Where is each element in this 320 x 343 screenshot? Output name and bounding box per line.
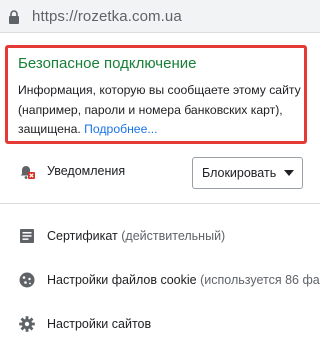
select-value: Блокировать bbox=[202, 166, 277, 180]
cookies-row[interactable]: Настройки файлов cookie (используется 86… bbox=[0, 265, 320, 295]
connection-description: Информация, которую вы сообщаете этому с… bbox=[18, 81, 303, 140]
secure-connection-section: Безопасное подключение Информация, котор… bbox=[5, 45, 307, 144]
connection-description-text: Информация, которую вы сообщаете этому с… bbox=[18, 83, 301, 136]
cookies-label-text: Настройки файлов cookie bbox=[47, 273, 197, 287]
certificate-label-text: Сертификат bbox=[47, 229, 118, 243]
more-info-link[interactable]: Подробнее... bbox=[84, 122, 157, 136]
divider bbox=[0, 203, 320, 204]
cookies-label: Настройки файлов cookie (используется 86… bbox=[47, 273, 320, 287]
certificate-status: (действительный) bbox=[121, 229, 226, 243]
cookies-count: (используется 86 фай bbox=[200, 273, 320, 287]
notifications-label: Уведомления bbox=[47, 164, 126, 178]
lock-icon[interactable] bbox=[8, 10, 20, 24]
notifications-blocked-icon bbox=[20, 166, 35, 179]
notifications-permission-select[interactable]: Блокировать bbox=[192, 157, 303, 189]
url-text[interactable]: https://rozetka.com.ua bbox=[32, 8, 182, 25]
certificate-row[interactable]: Сертификат (действительный) bbox=[0, 221, 320, 251]
certificate-icon bbox=[20, 229, 34, 243]
connection-title[interactable]: Безопасное подключение bbox=[18, 55, 196, 72]
address-bar[interactable]: https://rozetka.com.ua bbox=[0, 0, 320, 33]
settings-gear-icon bbox=[19, 316, 35, 332]
site-settings-row[interactable]: Настройки сайтов bbox=[0, 309, 320, 339]
site-info-popup: Безопасное подключение Информация, котор… bbox=[0, 33, 320, 343]
site-settings-label: Настройки сайтов bbox=[47, 317, 152, 331]
cookie-icon bbox=[19, 272, 35, 288]
chevron-down-icon bbox=[284, 170, 294, 176]
certificate-label: Сертификат (действительный) bbox=[47, 229, 225, 243]
